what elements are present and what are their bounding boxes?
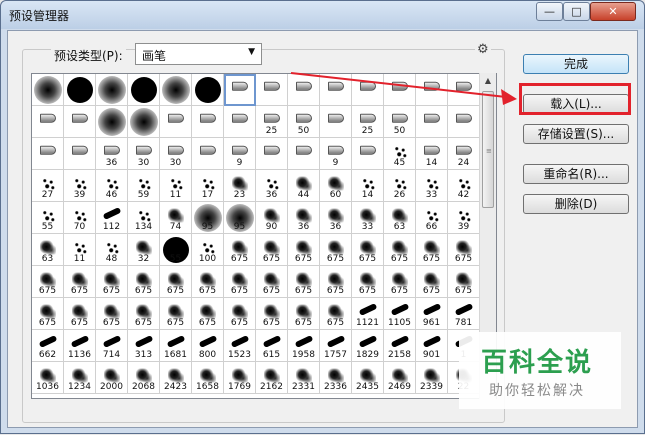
preset-manager-window: 预设管理器 — □ ✕ 预设类型(P): 画笔 ▼ ⚙ 25 50 25 50 36 30… [0, 0, 645, 434]
watermark-subtitle: 助你轻松解决 [489, 383, 585, 399]
watermark-logo: 百科全说 [481, 348, 594, 378]
watermark: 百科全说 助你轻松解决 [459, 332, 621, 409]
